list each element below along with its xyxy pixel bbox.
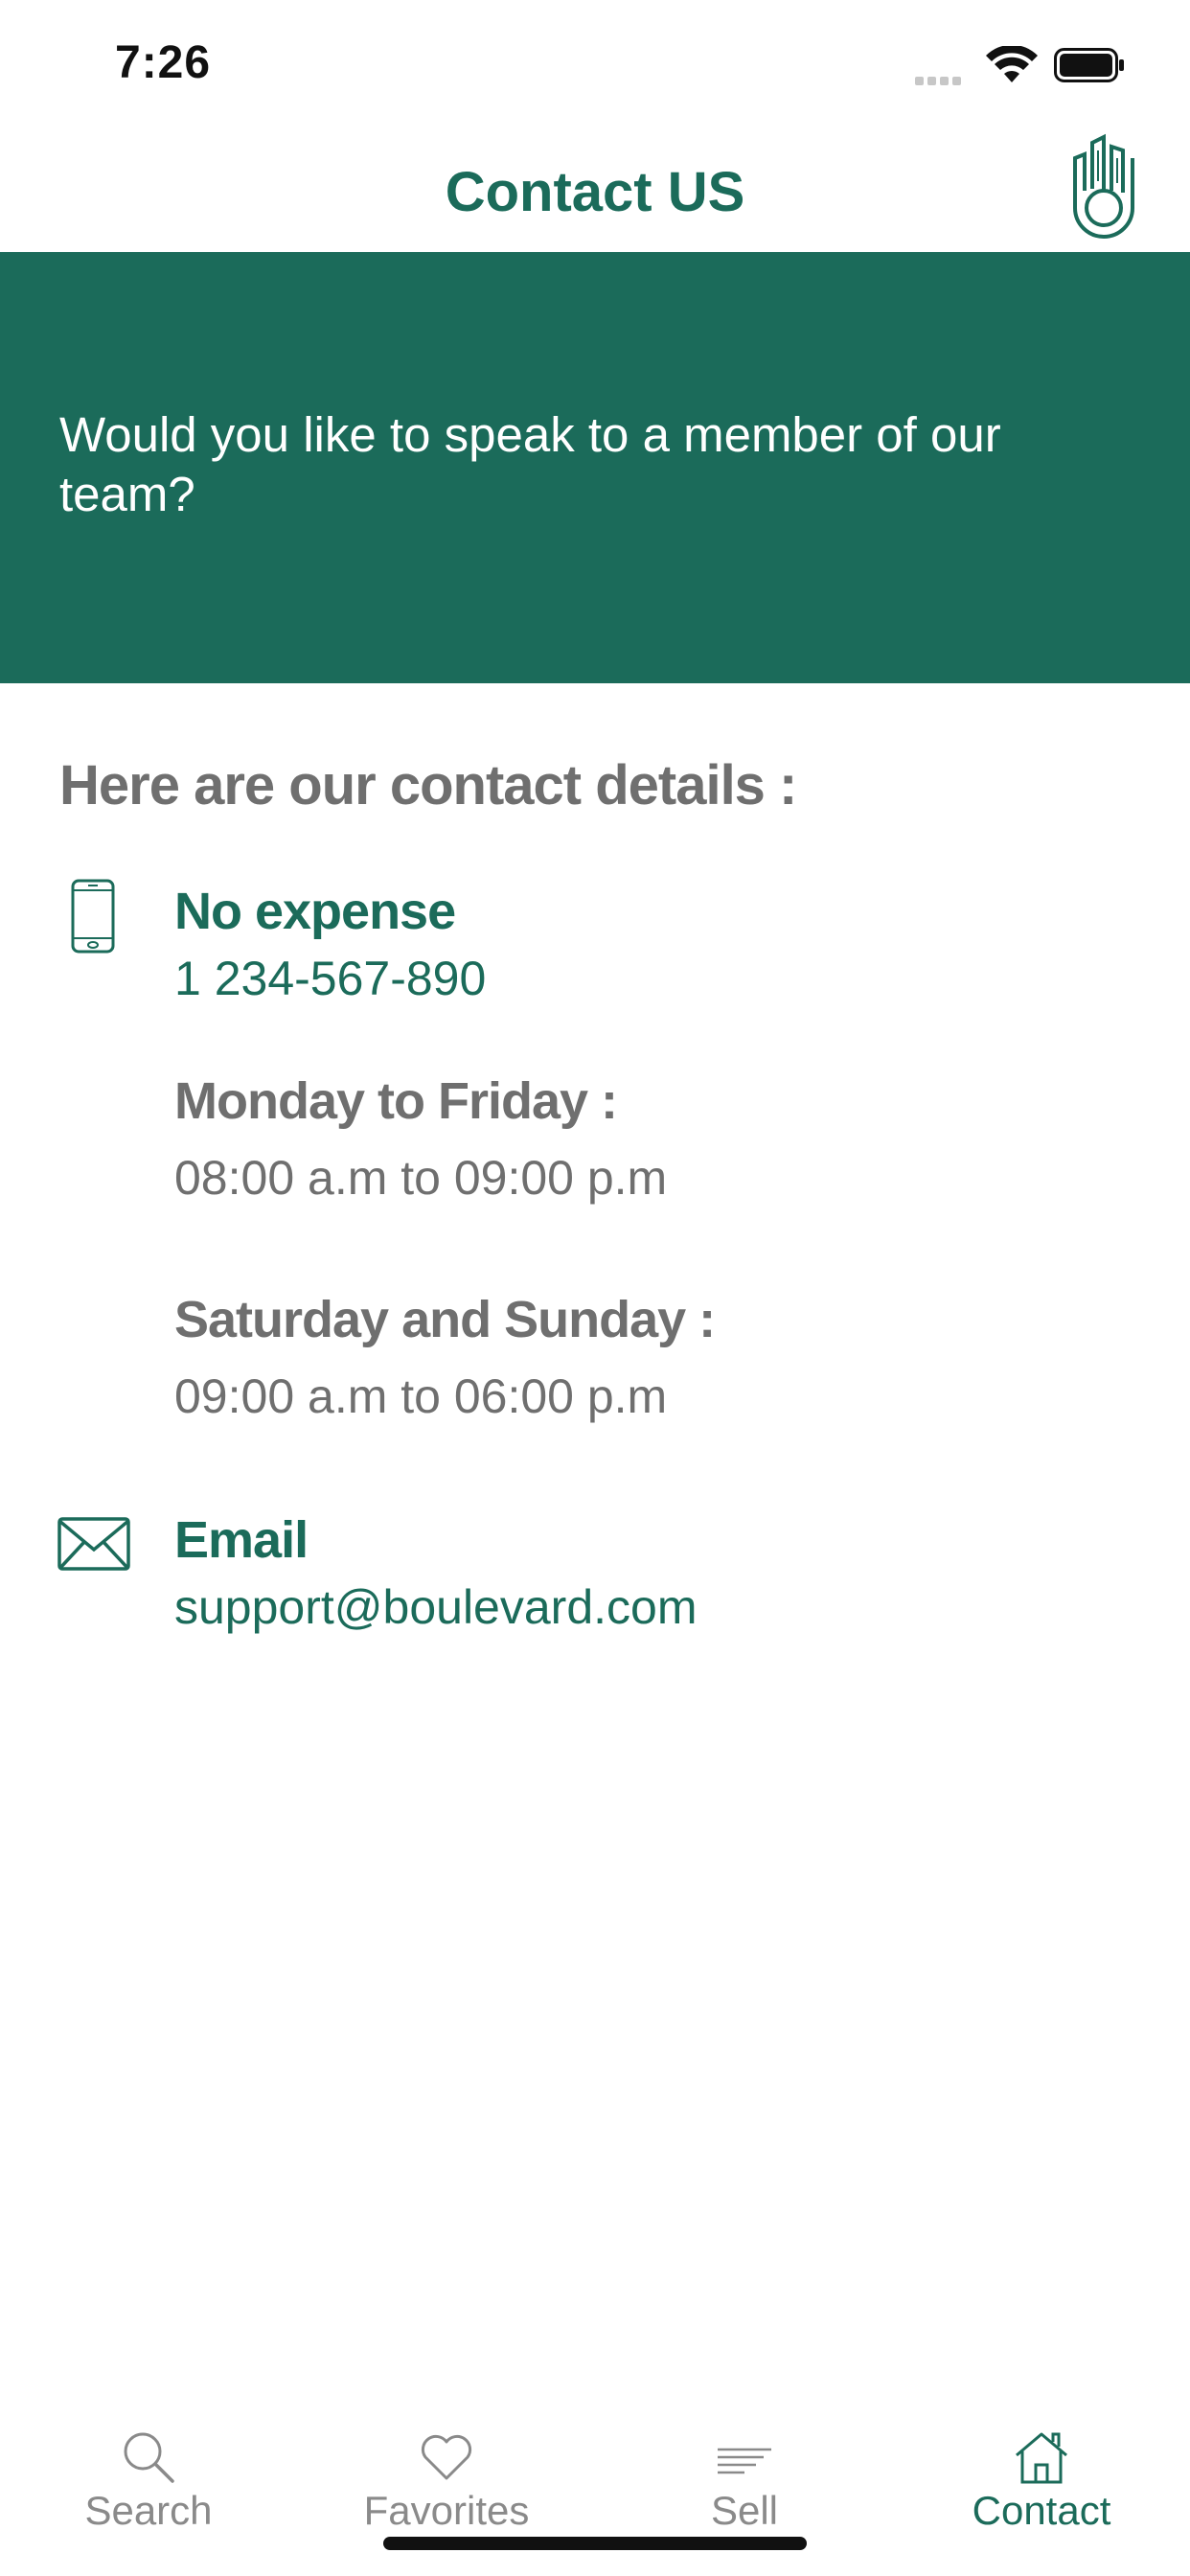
wifi-icon <box>986 46 1038 82</box>
heart-icon <box>421 2434 472 2480</box>
status-bar: 7:26 <box>0 0 1190 129</box>
status-time: 7:26 <box>115 37 212 88</box>
page-title: Contact US <box>445 161 745 223</box>
phone-number-link[interactable]: 1 234-567-890 <box>174 951 486 1006</box>
tab-contact-label: Contact <box>972 2488 1111 2533</box>
mail-icon <box>57 1517 130 1571</box>
tab-bar: Search Favorites Sell Contact <box>0 2405 1190 2576</box>
contact-details-heading: Here are our contact details : <box>59 754 797 816</box>
home-indicator[interactable] <box>383 2537 807 2550</box>
contact-screen: 7:26 Contact US Would you like to speak … <box>0 0 1190 2576</box>
weekend-hours-title: Saturday and Sunday : <box>174 1291 716 1348</box>
sell-icon <box>718 2448 771 2474</box>
weekday-hours-value: 08:00 a.m to 09:00 p.m <box>174 1151 668 1205</box>
tab-favorites[interactable]: Favorites <box>298 2405 595 2549</box>
battery-icon <box>1054 48 1124 82</box>
weekday-hours-title: Monday to Friday : <box>174 1072 618 1130</box>
tab-sell-label: Sell <box>710 2488 779 2533</box>
cellular-signal-icon <box>915 73 965 90</box>
phone-icon <box>71 879 115 954</box>
phone-title: No expense <box>174 883 456 940</box>
home-icon <box>1016 2432 1067 2484</box>
email-title: Email <box>174 1511 309 1569</box>
email-address-link[interactable]: support@boulevard.com <box>174 1579 697 1635</box>
brand-logo-icon <box>1073 133 1134 239</box>
tab-favorites-label: Favorites <box>363 2488 530 2533</box>
tab-search[interactable]: Search <box>0 2405 297 2549</box>
nav-header: Contact US <box>0 129 1190 252</box>
search-icon <box>124 2432 174 2483</box>
banner-text: Would you like to speak to a member of o… <box>59 407 1001 521</box>
tab-search-label: Search <box>84 2488 213 2533</box>
tab-contact[interactable]: Contact <box>893 2405 1190 2549</box>
intro-banner: Would you like to speak to a member of o… <box>0 252 1190 683</box>
tab-sell[interactable]: Sell <box>596 2405 893 2549</box>
weekend-hours-value: 09:00 a.m to 06:00 p.m <box>174 1369 668 1423</box>
